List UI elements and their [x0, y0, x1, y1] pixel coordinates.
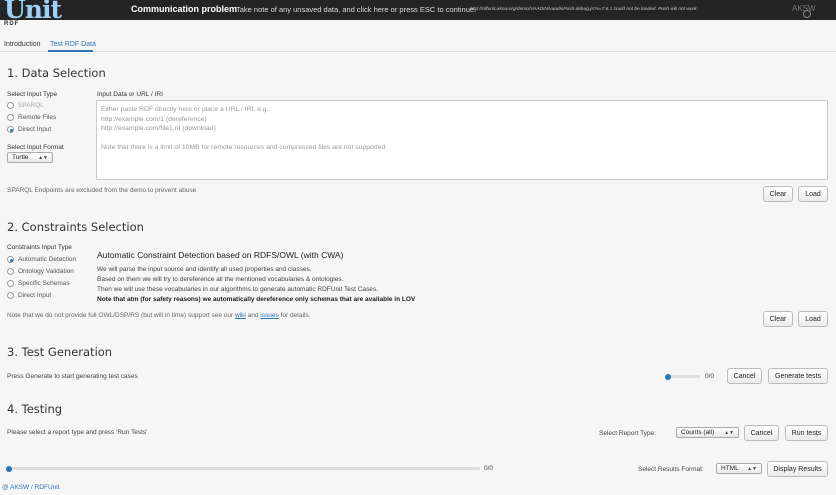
notification-detail: http://rdfunit.aksw.org/demo/VAADIN/vaad…	[470, 7, 698, 12]
radio-dot	[7, 280, 14, 287]
test-generation-heading: 3. Test Generation	[7, 345, 113, 359]
report-type-select[interactable]: Counts (all) ▲▼	[676, 427, 739, 438]
report-type-label: Select Report Type:	[599, 430, 656, 437]
data-clear-button[interactable]: Clear	[763, 186, 793, 202]
sparql-note: SPARQL Endpoints are excluded from the d…	[7, 187, 197, 194]
wiki-link[interactable]: wiki	[235, 312, 246, 319]
radio-label: Direct Input	[18, 126, 52, 133]
notification-message[interactable]: Take note of any unsaved data, and click…	[236, 5, 476, 14]
constraints-type-label: Constraints Input Type	[7, 244, 72, 251]
constraint-lov-note: Note that atm (for safety reasons) we au…	[97, 296, 416, 303]
note-text: and	[247, 312, 259, 319]
input-data-label: Input Data or URL / IRI	[97, 91, 163, 98]
results-format-label: Select Results Format:	[638, 466, 704, 473]
radio-label: Remote Files	[18, 114, 57, 121]
radio-sparql[interactable]: SPARQL	[7, 102, 44, 109]
data-selection-heading: 1. Data Selection	[7, 66, 106, 80]
generation-instructions: Press Generate to start generating test …	[7, 373, 138, 380]
radio-label: SPARQL	[18, 102, 44, 109]
testing-cancel-button[interactable]: Cancel	[744, 425, 779, 441]
radio-label: Automatic Detection	[18, 256, 77, 263]
radio-dot	[7, 256, 14, 263]
radio-dot	[7, 126, 14, 133]
constraint-description-line: We will parse the input source and ident…	[97, 266, 312, 273]
input-format-label: Select Input Format	[7, 144, 64, 151]
tab-test-rdf-data[interactable]: Test RDF Data	[50, 41, 96, 48]
progress-indicator	[665, 373, 671, 380]
owl-support-note: Note that we do not provide full OWL/DSP…	[7, 312, 311, 319]
constraints-clear-button[interactable]: Clear	[763, 311, 793, 327]
results-format-select[interactable]: HTML ▲▼	[716, 463, 762, 474]
textarea-placeholder: Either paste RDF directly here or place …	[101, 106, 386, 151]
search-icon[interactable]	[803, 10, 811, 18]
radio-ontology-validation[interactable]: Ontology Validation	[7, 268, 74, 275]
run-tests-button[interactable]: Run tests	[785, 425, 828, 441]
radio-label: Direct Input	[18, 292, 52, 299]
testing-progress-text: 0/0	[484, 465, 494, 472]
radio-dot	[7, 114, 14, 121]
rdf-logo-text: RDF	[4, 21, 20, 27]
generation-cancel-button[interactable]: Cancel	[727, 368, 762, 384]
radio-direct-input[interactable]: Direct Input	[7, 126, 51, 133]
select-value: Turtle	[12, 154, 29, 161]
testing-progress-bar	[6, 465, 480, 472]
constraint-description-line: Then we will use these vocabularies in o…	[97, 286, 378, 293]
generation-progress-text: 0/0	[705, 373, 715, 380]
constraint-detection-title: Automatic Constraint Detection based on …	[97, 250, 344, 260]
issues-link[interactable]: issues	[260, 312, 278, 319]
notification-title: Communication problem	[131, 4, 238, 14]
radio-dot	[7, 102, 14, 109]
radio-label: Ontology Validation	[18, 268, 74, 275]
data-load-button[interactable]: Load	[798, 186, 828, 202]
chevron-down-icon: ▲▼	[747, 465, 757, 472]
constraints-heading: 2. Constraints Selection	[7, 220, 144, 234]
footer-link[interactable]: @ AKSW / RDFUnit	[2, 484, 60, 491]
chevron-down-icon: ▲▼	[724, 429, 734, 436]
select-value: HTML	[721, 465, 739, 472]
radio-dot	[7, 292, 14, 299]
progress-indicator	[6, 465, 12, 472]
note-text: Note that we do not provide full OWL/DSP…	[7, 312, 234, 319]
radio-label: Specific Schemas	[18, 280, 70, 287]
radio-automatic-detection[interactable]: Automatic Detection	[7, 256, 76, 263]
testing-instructions: Please select a report type and press 'R…	[7, 429, 148, 436]
notification-bar[interactable]: Unit Communication problem Take note of …	[0, 0, 836, 24]
constraints-load-button[interactable]: Load	[798, 311, 828, 327]
radio-remote-files[interactable]: Remote Files	[7, 114, 56, 121]
radio-dot	[7, 268, 14, 275]
select-value: Counts (all)	[681, 429, 715, 436]
rdf-input-textarea[interactable]: Either paste RDF directly here or place …	[96, 100, 828, 180]
tab-bar: Introduction Test RDF Data	[0, 38, 836, 52]
input-type-label: Select Input Type	[7, 91, 58, 98]
active-tab-indicator	[48, 50, 93, 52]
radio-direct-input-constraints[interactable]: Direct Input	[7, 292, 51, 299]
display-results-button[interactable]: Display Results	[767, 461, 828, 477]
testing-heading: 4. Testing	[7, 402, 63, 416]
constraint-description-line: Based on them we will try to dereference…	[97, 276, 344, 283]
chevron-down-icon: ▲▼	[38, 154, 48, 161]
generation-progress-bar	[665, 373, 700, 380]
radio-specific-schemas[interactable]: Specific Schemas	[7, 280, 70, 287]
tab-introduction[interactable]: Introduction	[4, 41, 41, 48]
note-text: for details.	[280, 312, 311, 319]
input-format-select[interactable]: Turtle ▲▼	[7, 152, 53, 163]
generate-tests-button[interactable]: Generate tests	[768, 368, 828, 384]
